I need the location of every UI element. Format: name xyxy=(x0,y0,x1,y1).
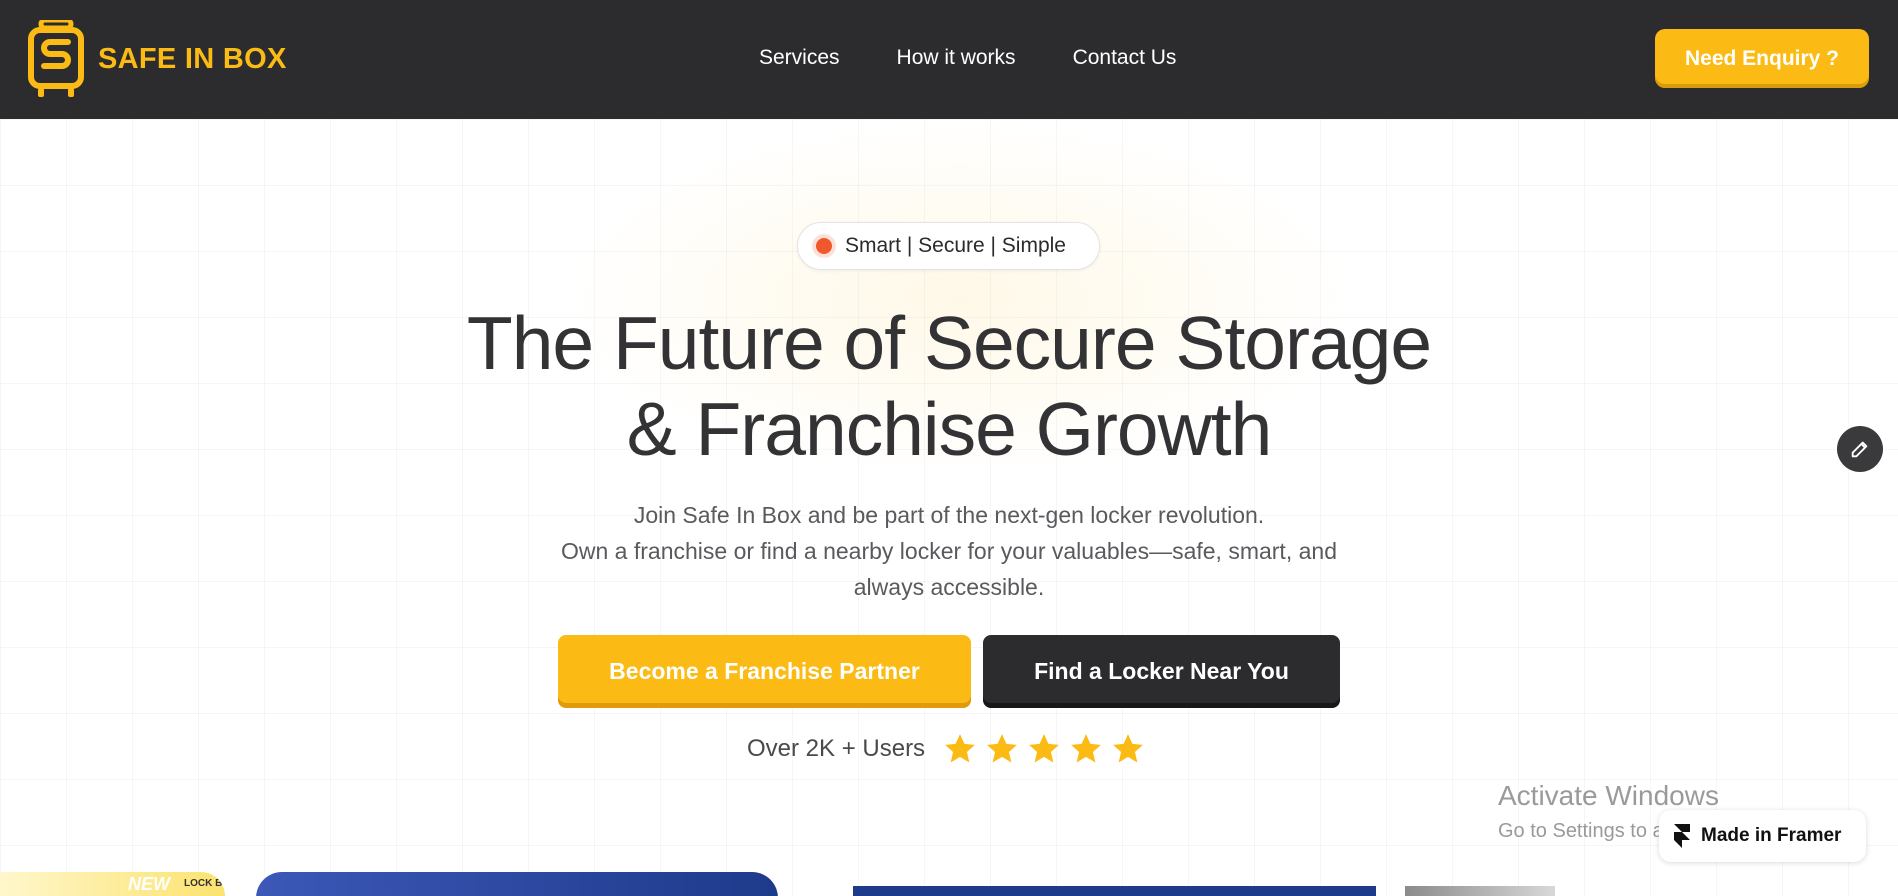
brand-name: SAFE IN BOX xyxy=(98,42,287,75)
activate-title: Activate Windows xyxy=(1498,780,1719,811)
need-enquiry-button[interactable]: Need Enquiry ? xyxy=(1655,29,1869,88)
users-count: Over 2K + Users xyxy=(747,735,926,762)
become-franchise-partner-button[interactable]: Become a Franchise Partner xyxy=(558,635,971,708)
framer-logo-icon xyxy=(1674,824,1690,848)
headline-line-1: The Future of Secure Storage xyxy=(466,301,1432,385)
top-header: SAFE IN BOX Services How it works Contac… xyxy=(0,0,1898,119)
hero-subtitle: Join Safe In Box and be part of the next… xyxy=(449,497,1449,605)
tagline-badge: Smart | Secure | Simple xyxy=(797,222,1100,270)
preview-card-4 xyxy=(1405,886,1555,896)
card-new-tag: NEW xyxy=(128,874,170,894)
star-icon xyxy=(945,734,975,763)
subtitle-line-2: Own a franchise or find a nearby locker … xyxy=(561,538,1337,564)
star-rating xyxy=(943,732,1145,766)
pencil-icon xyxy=(1851,441,1868,458)
subtitle-line-3: always accessible. xyxy=(853,574,1045,600)
tagline-text: Smart | Secure | Simple xyxy=(845,234,1066,257)
star-icon xyxy=(987,734,1017,763)
nav-contact-us[interactable]: Contact Us xyxy=(1073,46,1177,70)
hero-headline: The Future of Secure Storage & Franchise… xyxy=(349,300,1549,472)
find-locker-button[interactable]: Find a Locker Near You xyxy=(983,635,1340,708)
suitcase-s-icon xyxy=(28,20,84,97)
status-dot-icon xyxy=(816,238,832,254)
preview-card-1: NEW LOCK B xyxy=(0,872,225,896)
nav-services[interactable]: Services xyxy=(759,46,840,70)
star-icon xyxy=(1113,734,1143,763)
subtitle-line-1: Join Safe In Box and be part of the next… xyxy=(633,502,1265,528)
headline-line-2: & Franchise Growth xyxy=(626,387,1273,471)
card-lock-label: LOCK B xyxy=(184,878,223,889)
user-rating: Over 2K + Users xyxy=(747,732,1145,766)
made-in-framer-text: Made in Framer xyxy=(1701,825,1842,846)
logo[interactable]: SAFE IN BOX xyxy=(28,20,287,98)
made-in-framer-badge[interactable]: Made in Framer xyxy=(1659,810,1866,862)
preview-card-3 xyxy=(853,886,1376,896)
star-icon xyxy=(1071,734,1101,763)
edit-button[interactable] xyxy=(1837,426,1883,472)
main-nav: Services How it works Contact Us xyxy=(759,46,1176,70)
nav-how-it-works[interactable]: How it works xyxy=(897,46,1016,70)
preview-card-2 xyxy=(256,872,778,896)
star-icon xyxy=(1029,734,1059,763)
